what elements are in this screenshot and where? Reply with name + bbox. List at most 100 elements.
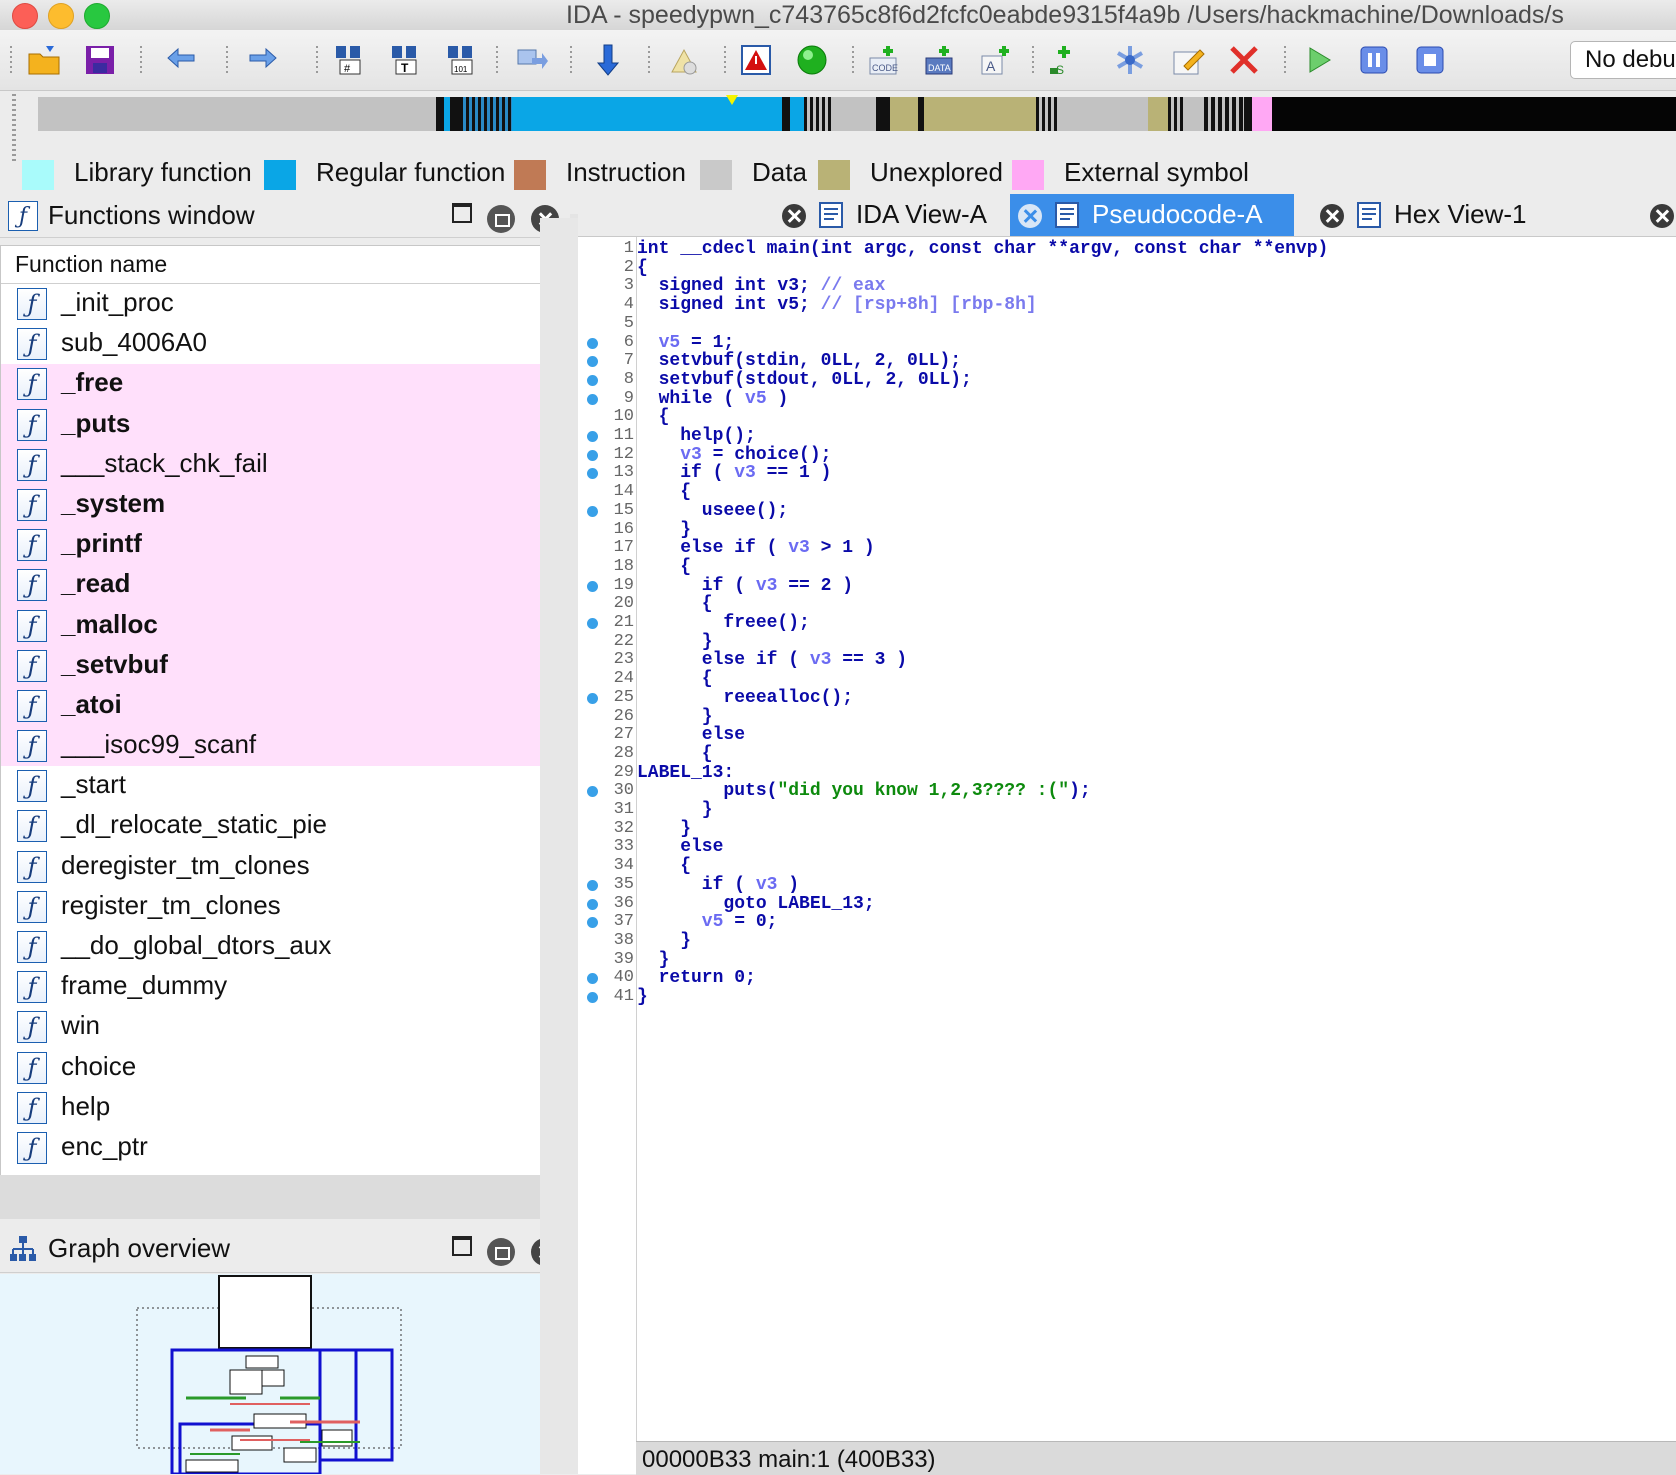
function-row[interactable]: ƒ enc_ptr (1, 1128, 569, 1168)
code-line[interactable]: useee(); (637, 501, 788, 521)
nav-band-handle[interactable] (12, 94, 16, 164)
tab-ida-view-a[interactable]: IDA View-A (774, 194, 1006, 236)
zoom-window-button[interactable] (84, 3, 110, 29)
breakpoint-dot-icon[interactable] (587, 992, 598, 1003)
function-row[interactable]: ƒ _system (1, 484, 569, 526)
pseudocode-view[interactable]: 1 2 3 4 5 6 7 8 9 10 11 12 13 14 15 16 17 18 19 20 21 22 23 24 2… (578, 237, 1676, 1475)
code-line[interactable]: while ( v5 ) (637, 389, 789, 409)
code-line[interactable]: } (637, 950, 670, 970)
function-row[interactable]: ƒ _free (1, 364, 569, 405)
breakpoint-dot-icon[interactable] (587, 898, 598, 910)
breakpoint-dot-icon[interactable] (587, 692, 598, 704)
navigation-band[interactable] (38, 95, 1676, 131)
line-number-gutter[interactable]: 1 2 3 4 5 6 7 8 9 10 11 12 13 14 15 16 17 18 19 20 21 22 23 24 2… (578, 237, 636, 1441)
warning-icon[interactable] (738, 42, 774, 78)
breakpoint-dot-icon[interactable] (587, 393, 598, 405)
maximize-panel-button[interactable] (452, 203, 472, 223)
function-row[interactable]: ƒ win (1, 1007, 569, 1047)
breakpoint-dot-icon[interactable] (587, 618, 598, 629)
pseudocode-text[interactable]: int __cdecl main(int argc, const char **… (636, 237, 1676, 1441)
code-line[interactable]: v5 = 0; (637, 912, 778, 932)
minimize-window-button[interactable] (48, 3, 74, 29)
breakpoint-dot-icon[interactable] (587, 337, 598, 349)
close-tab-icon[interactable] (782, 204, 806, 228)
code-line[interactable]: signed int v5; // [rsp+8h] [rbp-8h] (637, 295, 1037, 315)
code-line[interactable]: { (637, 744, 713, 764)
code-line[interactable]: { (637, 258, 648, 278)
back-arrow-icon[interactable] (164, 42, 210, 78)
function-name-column-header[interactable]: Function name (1, 246, 569, 284)
code-line[interactable]: if ( v3 ) (637, 875, 799, 895)
close-tab-icon[interactable] (1018, 204, 1042, 228)
forward-arrow-icon[interactable] (244, 42, 280, 78)
function-row[interactable]: ƒ _dl_relocate_static_pie (1, 806, 569, 846)
code-line[interactable]: } (637, 632, 713, 652)
search-hex-icon[interactable]: 101 (442, 42, 478, 78)
function-row[interactable]: ƒ _init_proc (1, 284, 569, 324)
code-line[interactable]: } (637, 520, 691, 540)
function-row[interactable]: ƒ frame_dummy (1, 967, 569, 1007)
code-line[interactable]: { (637, 557, 691, 577)
search-text-icon[interactable]: T (386, 42, 422, 78)
function-row[interactable]: ƒ sub_4006A0 (1, 324, 569, 364)
code-line[interactable]: { (637, 407, 670, 427)
add-struct-icon[interactable]: S (1046, 42, 1082, 78)
float-panel-button[interactable] (487, 205, 515, 233)
functions-list[interactable]: Function name ƒ _init_proc ƒ sub_4006A0 ƒ _fr… (0, 245, 570, 1177)
function-row[interactable]: ƒ _malloc (1, 605, 569, 646)
debugger-select[interactable]: No debu (1570, 41, 1676, 79)
breakpoint-dot-icon[interactable] (587, 580, 598, 592)
close-tab-icon[interactable] (1650, 204, 1674, 228)
code-icon[interactable]: CODE (866, 42, 902, 78)
breakpoint-dot-icon[interactable] (587, 449, 598, 461)
breakpoint-dot-icon[interactable] (587, 374, 598, 386)
code-line[interactable]: { (637, 482, 691, 502)
function-row[interactable]: ƒ _read (1, 565, 569, 606)
code-line[interactable]: else (637, 725, 745, 745)
function-row[interactable]: ƒ _printf (1, 525, 569, 566)
save-icon[interactable] (82, 42, 118, 78)
code-line[interactable]: else if ( v3 == 3 ) (637, 650, 907, 670)
maximize-panel-button[interactable] (452, 1236, 472, 1256)
code-line[interactable]: if ( v3 == 2 ) (637, 576, 853, 596)
function-row[interactable]: ƒ ___stack_chk_fail (1, 444, 569, 485)
code-line[interactable]: { (637, 856, 691, 876)
add-text-icon[interactable]: A (978, 42, 1014, 78)
function-row[interactable]: ƒ help (1, 1088, 569, 1128)
function-row[interactable]: ƒ _setvbuf (1, 645, 569, 686)
code-line[interactable]: int __cdecl main(int argc, const char **… (637, 239, 1328, 259)
code-line[interactable]: } (637, 800, 713, 820)
function-row[interactable]: ƒ ___isoc99_scanf (1, 726, 569, 767)
code-line[interactable]: goto LABEL_13; (637, 894, 874, 914)
functions-window-titlebar[interactable]: ƒ Functions window (0, 193, 570, 238)
code-line[interactable]: reeealloc(); (637, 688, 853, 708)
step-down-icon[interactable] (590, 42, 626, 78)
open-folder-icon[interactable] (26, 42, 62, 78)
tab-hex-view-1[interactable]: Hex View-1 (1312, 194, 1532, 236)
code-line[interactable]: return 0; (637, 968, 756, 988)
code-line[interactable]: { (637, 594, 713, 614)
code-line[interactable]: LABEL_13: (637, 763, 734, 783)
code-line[interactable]: else (637, 837, 723, 857)
graph-overview-canvas[interactable] (0, 1274, 570, 1474)
tab-overflow[interactable] (1642, 194, 1676, 236)
code-line[interactable]: setvbuf(stdout, 0LL, 2, 0LL); (637, 370, 972, 390)
code-line[interactable]: signed int v3; // eax (637, 276, 886, 296)
code-line[interactable]: puts("did you know 1,2,3???? :("); (637, 781, 1090, 801)
play-icon[interactable] (1300, 42, 1336, 78)
code-line[interactable]: v3 = choice(); (637, 445, 831, 465)
float-panel-button[interactable] (487, 1238, 515, 1266)
code-line[interactable]: help(); (637, 426, 756, 446)
function-row[interactable]: ƒ _atoi (1, 685, 569, 727)
data-icon[interactable]: DATA (922, 42, 958, 78)
disabled-icon[interactable] (666, 42, 702, 78)
breakpoint-dot-icon[interactable] (587, 879, 598, 891)
code-line[interactable]: v5 = 1; (637, 333, 735, 353)
code-line[interactable]: freee(); (637, 613, 809, 633)
code-line[interactable]: } (637, 707, 713, 727)
asterisk-icon[interactable] (1112, 42, 1148, 78)
code-line[interactable]: setvbuf(stdin, 0LL, 2, 0LL); (637, 351, 961, 371)
pause-icon[interactable] (1356, 42, 1392, 78)
code-line[interactable]: } (637, 987, 648, 1007)
function-row[interactable]: ƒ deregister_tm_clones (1, 847, 569, 887)
